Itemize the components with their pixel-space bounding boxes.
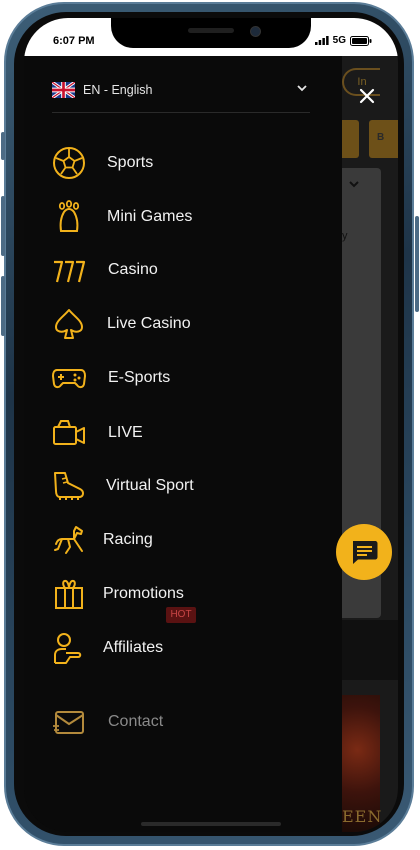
gift-icon (55, 579, 83, 609)
footprint-icon (58, 200, 80, 232)
front-camera (250, 26, 261, 37)
menu-item-mini-games[interactable]: Mini Games (52, 198, 322, 238)
background-card-text: y (342, 230, 348, 242)
menu-item-label: Affiliates (103, 639, 164, 656)
menu-item-sports[interactable]: Sports (52, 144, 322, 184)
menu-item-label: Sports (107, 154, 154, 171)
menu-item-label: Virtual Sport (106, 477, 194, 494)
hot-badge: HOT (166, 607, 196, 623)
football-boot-icon (54, 472, 84, 500)
menu-item-virtual-sport[interactable]: Virtual Sport (52, 467, 322, 507)
menu-item-label: Live Casino (107, 315, 191, 332)
uk-flag-icon (52, 82, 75, 98)
language-selector[interactable]: EN - English (52, 78, 310, 113)
close-icon[interactable] (356, 85, 378, 107)
banner-text-partial: EEN (342, 807, 383, 826)
home-indicator[interactable] (141, 822, 281, 826)
phone-volume-down-button (1, 276, 5, 336)
phone-screen: In B y EEN 6:07 PM 5G EN - English Sport… (24, 18, 398, 832)
menu-item-live[interactable]: LIVE (52, 414, 322, 454)
menu-item-live-casino[interactable]: Live Casino (52, 305, 322, 345)
menu-item-label: Promotions (103, 585, 184, 602)
chat-button[interactable] (336, 524, 392, 580)
battery-icon (350, 35, 372, 46)
menu-item-casino[interactable]: Casino (52, 251, 322, 291)
status-indicators: 5G (314, 35, 372, 46)
status-time: 6:07 PM (53, 35, 95, 47)
chat-icon (353, 541, 378, 564)
user-hand-icon (54, 633, 82, 664)
network-type: 5G (332, 35, 346, 46)
menu-item-e-sports[interactable]: E-Sports (52, 359, 322, 399)
background-banner[interactable]: EEN (342, 695, 383, 832)
menu-item-label: Mini Games (107, 208, 193, 225)
video-camera-icon (53, 420, 85, 445)
chevron-down-icon[interactable] (348, 178, 360, 193)
signal-icon (314, 36, 329, 45)
menu-item-label: LIVE (108, 424, 143, 441)
phone-power-button (415, 216, 419, 312)
menu-item-label: E-Sports (108, 369, 171, 386)
language-label: EN - English (83, 83, 153, 97)
menu-item-label: Racing (103, 531, 153, 548)
soccer-ball-icon (53, 147, 85, 179)
side-menu-drawer: EN - English Sports Mini Games Casino Li… (24, 56, 342, 832)
background-page: In B y EEN (342, 56, 398, 832)
phone-notch (111, 18, 311, 48)
spade-icon (55, 309, 83, 339)
chevron-down-icon (297, 85, 307, 92)
gamepad-icon (52, 369, 86, 389)
menu-item-affiliates[interactable]: Affiliates (52, 629, 322, 669)
menu-item-contact[interactable]: Contact (52, 703, 322, 743)
menu-item-label: Contact (108, 713, 164, 730)
background-image-strip (342, 620, 398, 680)
menu-item-label: Casino (108, 261, 158, 278)
category-tab-partial-2[interactable]: B (369, 120, 398, 158)
envelope-icon (53, 711, 84, 734)
horse-icon (54, 526, 83, 554)
category-tab-partial[interactable] (342, 120, 359, 158)
menu-item-racing[interactable]: Racing (52, 521, 322, 561)
slot-777-icon (54, 260, 86, 283)
earpiece-speaker (188, 28, 234, 33)
phone-mute-button (1, 132, 5, 160)
phone-volume-up-button (1, 196, 5, 256)
